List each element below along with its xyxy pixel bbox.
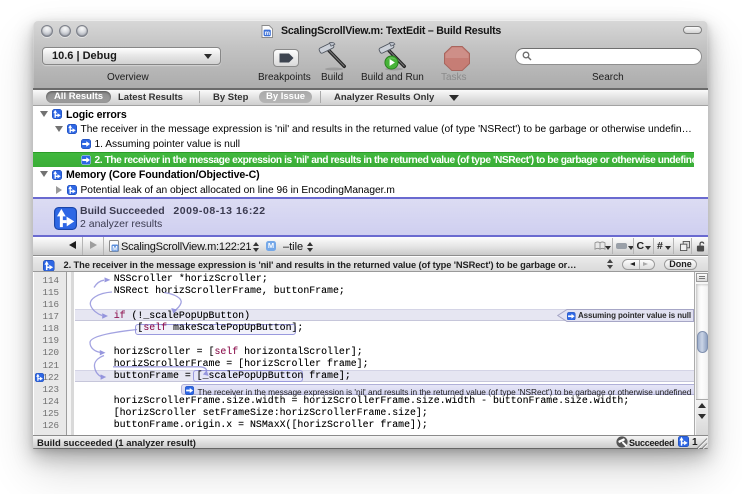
svg-text:m: m (264, 30, 270, 37)
svg-text:M: M (112, 245, 117, 252)
